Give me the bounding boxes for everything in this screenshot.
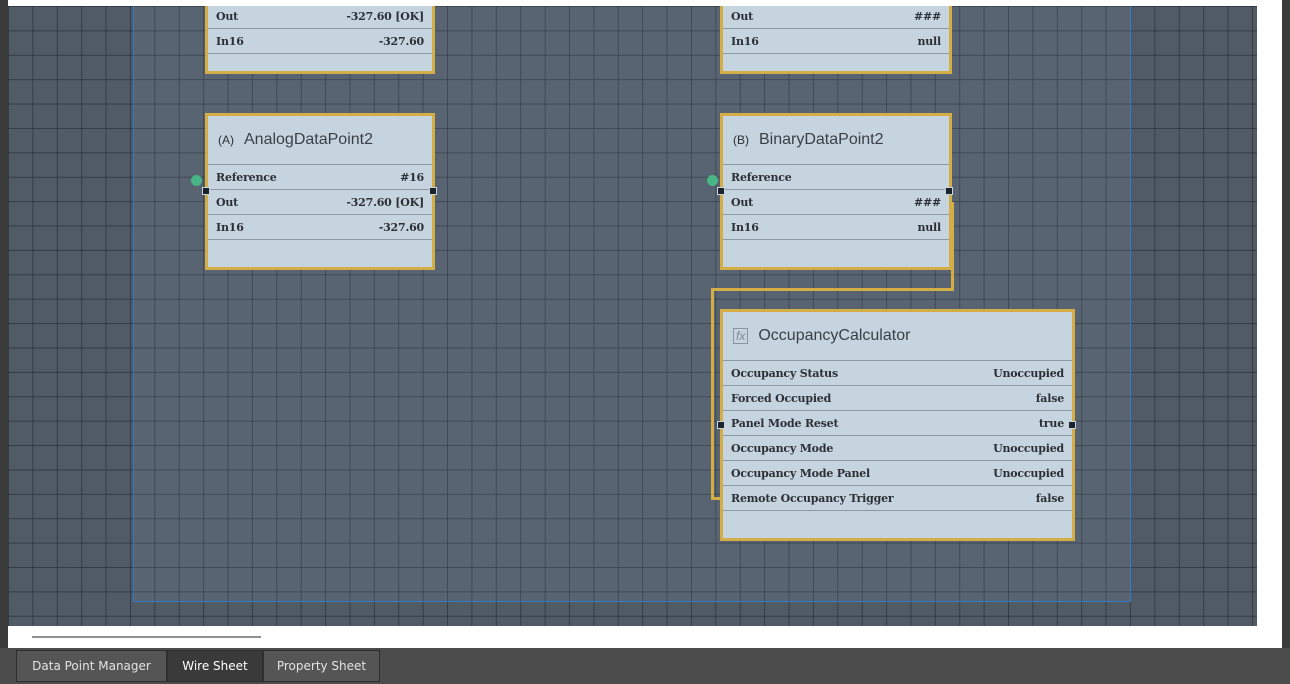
input-connector-dot[interactable] [191,175,202,186]
output-port[interactable] [1068,421,1076,429]
function-icon: fx [733,328,749,344]
tab-label: Wire Sheet [182,659,248,673]
row-label: Reference [216,170,277,184]
row-label: Remote Occupancy Trigger [731,491,894,505]
row-value: -327.60 [OK] [346,9,424,23]
row-value: null [917,34,941,48]
row-value: #16 [400,170,424,184]
node-row: Out -327.60 [OK] [208,6,432,29]
row-label: In16 [731,220,759,234]
row-label: Occupancy Mode Panel [731,466,871,480]
input-port[interactable] [202,187,210,195]
link-wire[interactable] [711,288,954,291]
row-label: Out [731,9,754,23]
node-row: In16 null [723,215,949,240]
node-row: Out ### [723,6,949,29]
wire-sheet-canvas[interactable]: Out -327.60 [OK] In16 -327.60 Out ### In… [8,6,1257,626]
row-value: -327.60 [378,220,424,234]
tab-label: Data Point Manager [32,659,151,673]
link-wire[interactable] [951,202,954,290]
row-value: Unoccupied [993,466,1064,480]
node-row: In16 -327.60 [208,29,432,54]
row-value: false [1035,491,1064,505]
row-value: -327.60 [OK] [346,195,424,209]
row-value: true [1038,416,1064,430]
row-value: Unoccupied [993,441,1064,455]
node-row: In16 -327.60 [208,215,432,240]
tab-label: Property Sheet [276,659,367,673]
binary-point-icon: (B) [733,133,749,147]
row-value: Unoccupied [993,366,1064,380]
row-label: In16 [216,220,244,234]
row-label: Panel Mode Reset [731,416,839,430]
node-row: Reference [723,165,949,190]
row-label: Out [216,195,239,209]
row-label: Forced Occupied [731,391,832,405]
row-value: null [917,220,941,234]
row-label: Out [731,195,754,209]
tab-data-point-manager[interactable]: Data Point Manager [16,650,167,682]
binary-datapoint2-node[interactable]: (B) BinaryDataPoint2 Reference Out ### I… [720,113,952,270]
node-title: OccupancyCalculator [758,327,911,344]
node-row: Reference #16 [208,165,432,190]
row-label: Occupancy Status [731,366,838,380]
binary-datapoint-node-top[interactable]: Out ### In16 null [720,6,952,74]
node-title-bar: (A) AnalogDataPoint2 [208,116,432,165]
row-label: In16 [731,34,759,48]
occupancy-calculator-node[interactable]: fx OccupancyCalculator Occupancy Status … [720,309,1075,541]
node-title-bar: (B) BinaryDataPoint2 [723,116,949,165]
node-row: Occupancy Status Unoccupied [723,361,1072,386]
analog-point-icon: (A) [218,133,234,147]
node-row: Out -327.60 [OK] [208,190,432,215]
analog-datapoint2-node[interactable]: (A) AnalogDataPoint2 Reference #16 Out -… [205,113,435,270]
wire-sheet-window: Out -327.60 [OK] In16 -327.60 Out ### In… [0,0,1290,684]
row-label: Reference [731,170,792,184]
node-title-bar: fx OccupancyCalculator [723,312,1072,361]
tab-property-sheet[interactable]: Property Sheet [263,650,380,682]
node-title: BinaryDataPoint2 [759,131,884,148]
row-value: -327.60 [378,34,424,48]
node-row: Panel Mode Reset true [723,411,1072,436]
input-connector-dot[interactable] [707,175,718,186]
row-label: In16 [216,34,244,48]
input-port[interactable] [717,421,725,429]
input-port[interactable] [717,187,725,195]
node-row: In16 null [723,29,949,54]
row-value: ### [913,195,941,209]
link-wire[interactable] [711,288,714,500]
node-row: Occupancy Mode Panel Unoccupied [723,461,1072,486]
row-value: ### [913,9,941,23]
output-port[interactable] [945,187,953,195]
analog-datapoint-node-top[interactable]: Out -327.60 [OK] In16 -327.60 [205,6,435,74]
window-right-border [1282,0,1290,684]
horizontal-scrollbar[interactable] [32,636,261,638]
row-value: false [1035,391,1064,405]
row-label: Occupancy Mode [731,441,834,455]
node-title: AnalogDataPoint2 [244,131,373,148]
node-row: Remote Occupancy Trigger false [723,486,1072,511]
node-row: Forced Occupied false [723,386,1072,411]
tab-wire-sheet[interactable]: Wire Sheet [167,650,263,682]
node-row: Occupancy Mode Unoccupied [723,436,1072,461]
node-row: Out ### [723,190,949,215]
row-label: Out [216,9,239,23]
window-left-border [0,0,8,648]
output-port[interactable] [429,187,437,195]
